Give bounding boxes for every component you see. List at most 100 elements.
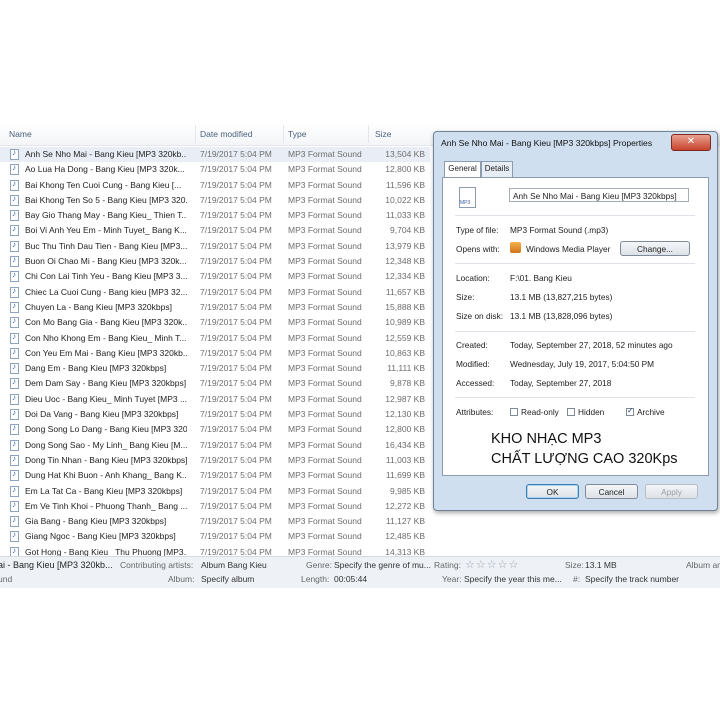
file-date: 7/19/2017 5:04 PM [200,454,272,465]
mp3-file-icon [10,515,19,528]
file-type: MP3 Format Sound [288,179,362,190]
file-type: MP3 Format Sound [288,271,362,282]
file-row[interactable]: Con Mo Bang Gia - Bang Kieu [MP3 320k...… [0,315,430,330]
rating-label: Rating: [434,560,461,570]
mp3-file-icon [10,362,19,375]
file-row[interactable]: Boi Vi Anh Yeu Em - Minh Tuyet_ Bang K..… [0,223,430,238]
file-row[interactable]: Buc Thu Tinh Dau Tien - Bang Kieu [MP3..… [0,239,430,254]
genre-field[interactable]: Specify the genre of mu... [334,560,431,570]
file-row[interactable]: Dong Song Sao - My Linh_ Bang Kieu [M...… [0,438,430,453]
file-row[interactable]: Doi Da Vang - Bang Kieu [MP3 320kbps] 7/1… [0,407,430,422]
mp3-file-icon [10,301,19,313]
file-row[interactable]: Dang Em - Bang Kieu [MP3 320kbps] 7/19/20… [0,361,430,376]
file-row[interactable]: Ao Lua Ha Dong - Bang Kieu [MP3 320k... 7… [0,162,430,177]
column-name[interactable]: Name [9,129,32,139]
tab-details[interactable]: Details [481,161,513,177]
file-size: 10,863 KB [385,347,425,358]
mp3-file-icon [10,148,19,160]
file-size: 10,022 KB [385,194,425,205]
file-row[interactable]: Giang Ngoc - Bang Kieu [MP3 320kbps] 7/19… [0,529,430,544]
file-row[interactable]: Em Ve Tinh Khoi - Phuong Thanh_ Bang ...… [0,499,430,514]
tab-general[interactable]: General [444,161,481,178]
size-value: 13.1 MB (13,827,215 bytes) [510,292,613,302]
mp3-file-icon [10,454,19,466]
file-date: 7/19/2017 5:04 PM [200,271,272,282]
mp3-file-icon [10,393,19,405]
column-size[interactable]: Size [375,129,392,139]
file-date: 7/19/2017 5:04 PM [200,347,272,358]
column-date-modified[interactable]: Date modified [200,129,252,139]
file-row[interactable]: Dem Dam Say - Bang Kieu [MP3 320kbps] 7/1… [0,376,430,391]
mp3-file-icon [10,408,19,421]
file-row[interactable]: Bai Khong Ten Cuoi Cung - Bang Kieu [...… [0,178,430,193]
ok-button[interactable]: OK [526,484,579,499]
file-name: Dung Hat Khi Buon - Anh Khang_ Bang K... [25,470,187,481]
file-type: MP3 Format Sound [288,485,362,496]
file-type: MP3 Format Sound [288,149,362,159]
file-date: 7/19/2017 5:04 PM [200,439,272,450]
file-size: 11,003 KB [385,454,425,465]
file-date: 7/19/2017 5:04 PM [200,164,272,175]
rating-stars-icon[interactable]: ☆☆☆☆☆ [465,558,519,571]
file-size: 11,699 KB [385,470,425,481]
file-row[interactable]: Con Nho Khong Em - Bang Kieu_ Minh T... 7… [0,331,430,346]
file-size: 11,596 KB [385,179,425,190]
file-list: Anh Se Nho Mai - Bang Kieu [MP3 320kb...… [0,147,430,560]
file-name: Con Nho Khong Em - Bang Kieu_ Minh T... [25,332,187,343]
contributing-artists-field[interactable]: Album Bang Kieu [201,560,267,570]
file-size: 15,888 KB [385,301,425,312]
file-type: MP3 Format Sound [288,317,362,328]
file-row[interactable]: Chuyen La - Bang Kieu [MP3 320kbps] 7/19/… [0,300,430,315]
opens-with-label: Opens with: [456,244,500,254]
properties-dialog: Anh Se Nho Mai - Bang Kieu [MP3 320kbps]… [433,131,718,511]
file-type: MP3 Format Sound [288,378,362,389]
file-size: 12,272 KB [385,500,425,511]
archive-checkbox[interactable] [626,406,634,416]
type-value: MP3 Format Sound (.mp3) [510,225,609,235]
file-name: Chiec La Cuoi Cung - Bang kieu [MP3 32..… [25,286,187,297]
filename-field[interactable]: Anh Se Nho Mai - Bang Kieu [MP3 320kbps] [509,188,689,202]
file-row[interactable]: Chi Con Lai Tinh Yeu - Bang Kieu [MP3 3.… [0,269,430,284]
readonly-checkbox[interactable] [510,408,518,416]
file-date: 7/19/2017 5:04 PM [200,225,272,236]
file-name: Doi Da Vang - Bang Kieu [MP3 320kbps] [25,409,179,420]
album-field[interactable]: Specify album [201,574,254,584]
file-row[interactable]: Gia Bang - Bang Kieu [MP3 320kbps] 7/19/2… [0,514,430,529]
file-row[interactable]: Em La Tat Ca - Bang Kieu [MP3 320kbps] 7/… [0,484,430,499]
apply-button[interactable]: Apply [645,484,698,499]
modified-value: Wednesday, July 19, 2017, 5:04:50 PM [510,359,655,369]
mp3-file-icon [10,255,19,268]
size-value: 13.1 MB [585,560,617,570]
year-field[interactable]: Specify the year this me... [464,574,562,584]
file-date: 7/19/2017 5:04 PM [200,179,272,190]
hidden-checkbox[interactable] [567,408,575,416]
file-row[interactable]: Bai Khong Ten So 5 - Bang Kieu [MP3 320.… [0,193,430,208]
file-row[interactable]: Dong Tin Nhan - Bang Kieu [MP3 320kbps] 7… [0,453,430,468]
accessed-label: Accessed: [456,378,495,388]
track-field[interactable]: Specify the track number [585,574,679,584]
file-row[interactable]: Dieu Uoc - Bang Kieu_ Minh Tuyet [MP3 ..… [0,392,430,407]
file-row[interactable]: Dung Hat Khi Buon - Anh Khang_ Bang K...… [0,468,430,483]
size-on-disk-label: Size on disk: [456,311,504,321]
file-name: Con Mo Bang Gia - Bang Kieu [MP3 320k... [25,317,187,328]
file-row[interactable]: Con Yeu Em Mai - Bang Kieu [MP3 320kb...… [0,346,430,361]
file-row[interactable]: Chiec La Cuoi Cung - Bang kieu [MP3 32..… [0,285,430,300]
size-on-disk-value: 13.1 MB (13,828,096 bytes) [510,311,613,321]
mp3-file-icon [10,469,19,482]
size-label: Size: [456,292,475,302]
mp3-file-icon [10,485,19,497]
type-label: Type of file: [456,225,499,235]
file-row[interactable]: Bay Gio Thang May - Bang Kieu_ Thien T..… [0,208,430,223]
cancel-button[interactable]: Cancel [585,484,638,499]
file-row[interactable]: Buon Oi Chao Mi - Bang Kieu [MP3 320k...… [0,254,430,269]
file-row[interactable]: Anh Se Nho Mai - Bang Kieu [MP3 320kb...… [0,147,430,163]
file-name: Bai Khong Ten Cuoi Cung - Bang Kieu [... [25,179,182,190]
change-button[interactable]: Change... [620,241,690,256]
column-type[interactable]: Type [288,129,306,139]
file-date: 7/19/2017 5:04 PM [200,485,272,496]
close-icon[interactable]: ✕ [671,134,711,151]
file-date: 7/19/2017 5:04 PM [200,393,272,404]
file-row[interactable]: Dong Song Lo Dang - Bang Kieu [MP3 320..… [0,422,430,437]
file-name: Em La Tat Ca - Bang Kieu [MP3 320kbps] [25,485,183,496]
file-date: 7/19/2017 5:04 PM [200,531,272,542]
